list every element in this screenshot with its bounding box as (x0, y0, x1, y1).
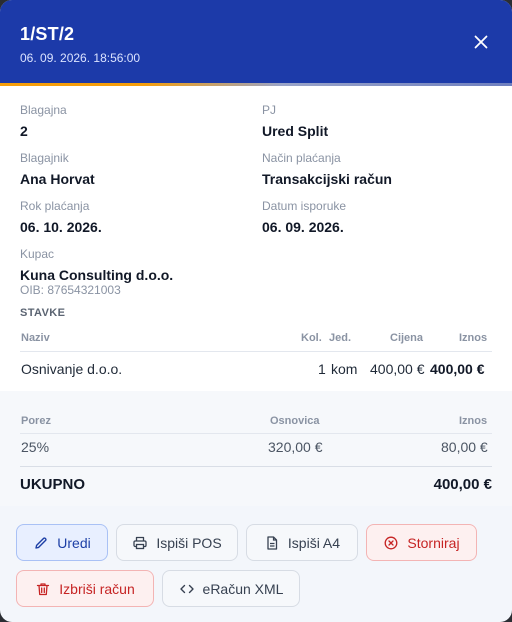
total-value: 400,00 € (433, 476, 492, 493)
code-icon (179, 584, 194, 593)
field-kupac: Kupac Kuna Consulting d.o.o. (20, 247, 173, 283)
trash-icon (37, 582, 50, 595)
col-header-jed: Jed. (329, 332, 352, 344)
field-label: Blagajnik (20, 151, 69, 165)
field-value: Ana Horvat (20, 171, 95, 187)
field-datum-isporuke: Datum isporuke 06. 09. 2026. (262, 199, 346, 235)
col-header-kol: Kol. (301, 332, 322, 344)
field-pj: PJ Ured Split (262, 103, 328, 139)
print-a4-label: Ispiši A4 (287, 534, 341, 551)
delete-invoice-label: Izbriši račun (59, 580, 135, 597)
items-header-divider (20, 351, 492, 352)
field-label: Način plaćanja (262, 151, 341, 165)
field-label: Datum isporuke (262, 199, 347, 213)
print-pos-button[interactable]: Ispiši POS (116, 524, 238, 561)
print-a4-button[interactable]: Ispiši A4 (246, 524, 358, 561)
field-label: Blagajna (20, 103, 67, 117)
kupac-oib: OIB: 87654321003 (20, 283, 121, 297)
modal-header: 1/ST/2 06. 09. 2026. 18:56:00 (0, 0, 512, 83)
close-button[interactable] (470, 31, 492, 53)
pencil-icon (35, 536, 47, 549)
items-section-title: STAVKE (20, 307, 66, 319)
field-value: 2 (20, 123, 28, 139)
tax-header-divider (20, 433, 492, 434)
edit-button[interactable]: Uredi (16, 524, 108, 561)
print-pos-label: Ispiši POS (156, 534, 222, 551)
field-value: 06. 09. 2026. (262, 219, 344, 235)
field-value: Ured Split (262, 123, 329, 139)
delete-invoice-button[interactable]: Izbriši račun (16, 570, 154, 607)
col-header-naziv: Naziv (21, 332, 50, 344)
item-iznos: 400,00 € (430, 361, 485, 377)
edit-button-label: Uredi (57, 534, 91, 551)
field-blagajnik: Blagajnik Ana Horvat (20, 151, 95, 187)
tax-col-header-porez: Porez (21, 415, 51, 427)
invoice-number: 1/ST/2 (20, 24, 75, 44)
total-divider (20, 466, 492, 467)
tax-osnovica: 320,00 € (268, 439, 323, 455)
item-jed: kom (331, 361, 358, 377)
storno-button[interactable]: Storniraj (366, 524, 477, 561)
tax-col-header-iznos: Iznos (459, 415, 488, 427)
x-circle-icon (384, 536, 398, 549)
printer-icon (133, 536, 147, 549)
tax-iznos: 80,00 € (441, 439, 488, 455)
tax-rate: 25% (21, 439, 50, 455)
total-label: UKUPNO (20, 476, 86, 493)
eracun-xml-button[interactable]: eRačun XML (162, 570, 300, 607)
field-label: Rok plaćanja (20, 199, 90, 213)
item-cijena: 400,00 € (370, 361, 425, 377)
col-header-cijena: Cijena (390, 332, 424, 344)
document-icon (267, 535, 278, 550)
field-rok-placanja: Rok plaćanja 06. 10. 2026. (20, 199, 102, 235)
field-nacin-placanja: Način plaćanja Transakcijski račun (262, 151, 392, 187)
eracun-xml-label: eRačun XML (202, 580, 284, 597)
close-icon (474, 35, 488, 49)
invoice-modal: 1/ST/2 06. 09. 2026. 18:56:00 Blagajna 2… (0, 0, 512, 622)
field-value: Kuna Consulting d.o.o. (20, 267, 174, 283)
field-label: PJ (262, 103, 277, 117)
field-value: 06. 10. 2026. (20, 219, 102, 235)
item-naziv: Osnivanje d.o.o. (21, 361, 123, 377)
field-label: Kupac (20, 247, 55, 261)
storno-label: Storniraj (407, 534, 460, 551)
invoice-datetime: 06. 09. 2026. 18:56:00 (20, 51, 141, 65)
item-kol: 1 (318, 361, 326, 377)
details-panel (0, 86, 512, 391)
field-value: Transakcijski račun (262, 171, 392, 187)
field-blagajna: Blagajna 2 (20, 103, 67, 139)
col-header-iznos: Iznos (459, 332, 488, 344)
tax-col-header-osnovica: Osnovica (270, 415, 320, 427)
